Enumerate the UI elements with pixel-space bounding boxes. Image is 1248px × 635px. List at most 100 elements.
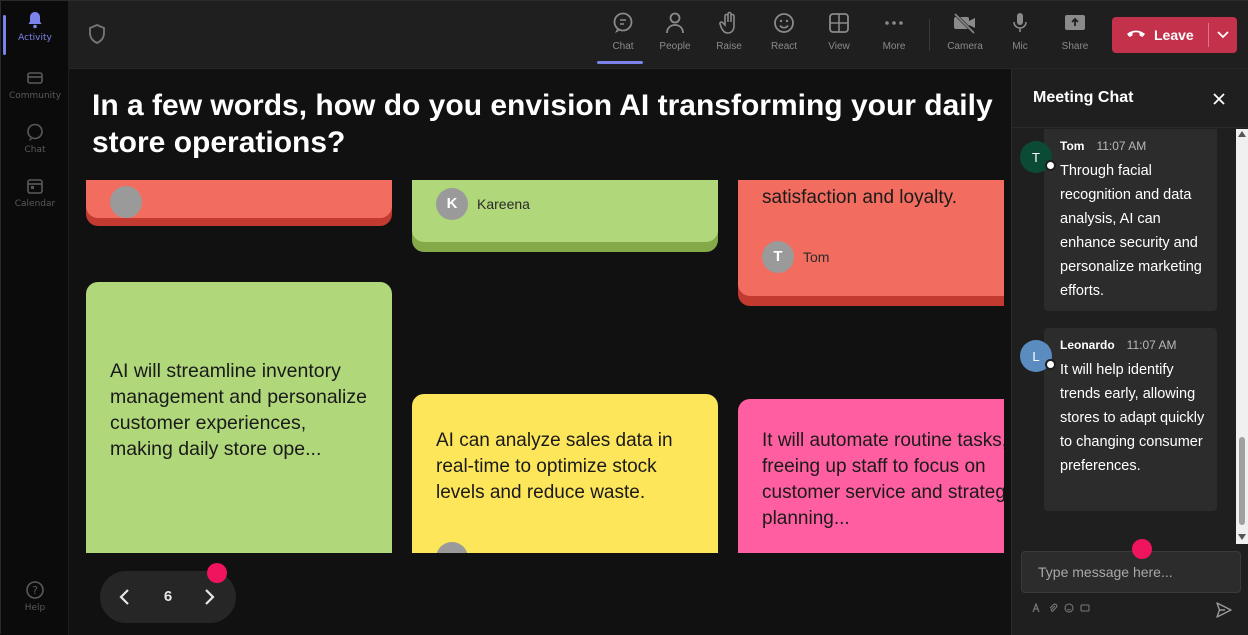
rail-item-calendar[interactable]: Calendar — [1, 175, 69, 229]
community-icon — [24, 67, 46, 89]
sticky-note[interactable]: It will automate routine tasks, freeing … — [738, 399, 1004, 553]
rail-label: Activity — [18, 33, 52, 43]
poll-question: In a few words, how do you envision AI t… — [92, 89, 993, 159]
toolbar-label: View — [828, 41, 850, 52]
hand-icon — [716, 9, 742, 37]
message-text: Through facial recognition and data anal… — [1060, 163, 1202, 299]
compose-toolbar — [1032, 602, 1090, 615]
toolbar-more-button[interactable]: More — [868, 9, 920, 61]
note-author: T Tom — [762, 241, 829, 273]
sticky-note[interactable] — [86, 180, 392, 218]
toolbar-people-button[interactable]: People — [649, 9, 701, 61]
sticky-notes-board: K Kareena satisfaction and loyalty. T To… — [69, 180, 1004, 553]
note-text: AI will streamline inventory management … — [110, 360, 367, 460]
leave-button[interactable]: Leave — [1112, 17, 1237, 53]
author-name: Tom — [803, 249, 830, 265]
note-author — [110, 186, 151, 218]
toolbar-label: More — [882, 41, 906, 52]
sticky-note[interactable]: satisfaction and loyalty. T Tom — [738, 180, 1004, 296]
meeting-window: Activity Community Chat Calendar ? Help — [0, 0, 1248, 635]
chat-message: Leonardo 11:07 AM It will help identify … — [1044, 328, 1217, 511]
toolbar-divider — [929, 19, 930, 51]
chevron-right-icon[interactable] — [202, 588, 216, 610]
toolbar-label: React — [770, 41, 798, 52]
toolbar-share-button[interactable]: Share — [1049, 9, 1101, 61]
more-icon — [881, 9, 907, 37]
rail-label: Community — [8, 91, 62, 101]
avatar-initial: T — [1032, 149, 1040, 165]
scrollbar-thumb[interactable] — [1239, 437, 1245, 525]
chat-scrollbar[interactable] — [1236, 129, 1248, 544]
note-text: satisfaction and loyalty. — [762, 187, 958, 208]
help-icon: ? — [24, 579, 46, 601]
rail-item-activity[interactable]: Activity — [1, 9, 69, 63]
toolbar-label: Mic — [1012, 41, 1028, 52]
toolbar-label: Chat — [612, 41, 634, 52]
rail-item-chat[interactable]: Chat — [1, 121, 69, 175]
toolbar-view-button[interactable]: View — [813, 9, 865, 61]
sticky-note[interactable]: K Kareena — [412, 180, 718, 242]
calendar-icon — [24, 175, 46, 197]
rail-item-community[interactable]: Community — [1, 67, 69, 121]
message-time: 11:07 AM — [1096, 139, 1147, 153]
scroll-down-arrow-icon[interactable] — [1238, 534, 1246, 540]
meeting-toolbar: Chat People Raise React View More Camera… — [69, 1, 1248, 69]
mic-icon — [1007, 9, 1033, 37]
rail-label: Chat — [24, 145, 46, 155]
avatar: T — [762, 241, 794, 273]
phone-hangup-icon — [1126, 27, 1146, 43]
message-meta: Leonardo 11:07 AM — [1060, 338, 1176, 352]
note-author: K Kareena — [436, 188, 530, 220]
leave-label: Leave — [1154, 27, 1194, 43]
rail-label: Help — [24, 603, 46, 613]
bell-icon — [24, 9, 46, 31]
divider — [1012, 127, 1248, 128]
shield-icon[interactable] — [87, 23, 109, 47]
send-icon[interactable] — [1215, 601, 1233, 619]
app-rail: Activity Community Chat Calendar ? Help — [1, 1, 69, 635]
toolbar-mic-button[interactable]: Mic — [994, 9, 1046, 61]
avatar: L — [1020, 340, 1056, 372]
chat-icon — [610, 9, 636, 37]
emoji-icon[interactable] — [1064, 603, 1074, 615]
sender-name: Leonardo — [1060, 338, 1115, 352]
message-text: It will help identify trends early, allo… — [1060, 362, 1205, 474]
note-text: AI can analyze sales data in real-time t… — [436, 430, 673, 503]
chat-message-input[interactable] — [1021, 551, 1241, 593]
chat-message-list[interactable]: Tom 11:07 AM Through facial recognition … — [1012, 129, 1236, 544]
close-icon[interactable] — [1211, 91, 1227, 107]
attach-icon[interactable] — [1048, 603, 1058, 615]
grid-icon — [826, 9, 852, 37]
toolbar-label: Camera — [947, 41, 983, 52]
toolbar-chat-button[interactable]: Chat — [597, 9, 649, 64]
toolbar-label: People — [659, 41, 691, 52]
rail-item-help[interactable]: ? Help — [1, 579, 69, 633]
notification-dot — [207, 563, 227, 583]
toolbar-raise-button[interactable]: Raise — [703, 9, 755, 61]
toolbar-label: Share — [1061, 41, 1089, 52]
note-author — [436, 542, 477, 553]
presence-status — [1045, 160, 1056, 171]
chat-title: Meeting Chat — [1033, 89, 1134, 106]
toolbar-react-button[interactable]: React — [758, 9, 810, 61]
note-text: It will automate routine tasks, freeing … — [762, 430, 1004, 529]
gif-icon[interactable] — [1080, 603, 1090, 615]
sticky-note[interactable]: AI can analyze sales data in real-time t… — [412, 394, 718, 553]
presentation-stage: In a few words, how do you envision AI t… — [69, 69, 1011, 635]
leave-divider — [1208, 23, 1209, 47]
sender-name: Tom — [1060, 139, 1085, 153]
avatar-initial: L — [1032, 348, 1040, 364]
chat-message: Tom 11:07 AM Through facial recognition … — [1044, 129, 1217, 311]
share-screen-icon — [1062, 9, 1088, 37]
avatar: K — [436, 188, 468, 220]
message-time: 11:07 AM — [1126, 338, 1177, 352]
format-icon[interactable] — [1032, 602, 1042, 615]
chevron-down-icon[interactable] — [1216, 27, 1230, 44]
scroll-up-arrow-icon[interactable] — [1238, 131, 1246, 137]
sticky-note[interactable]: AI will streamline inventory management … — [86, 282, 392, 553]
rail-label: Calendar — [14, 199, 56, 209]
presence-status — [1045, 359, 1056, 370]
toolbar-camera-button[interactable]: Camera — [939, 9, 991, 61]
message-meta: Tom 11:07 AM — [1060, 139, 1146, 153]
svg-text:?: ? — [32, 584, 38, 597]
